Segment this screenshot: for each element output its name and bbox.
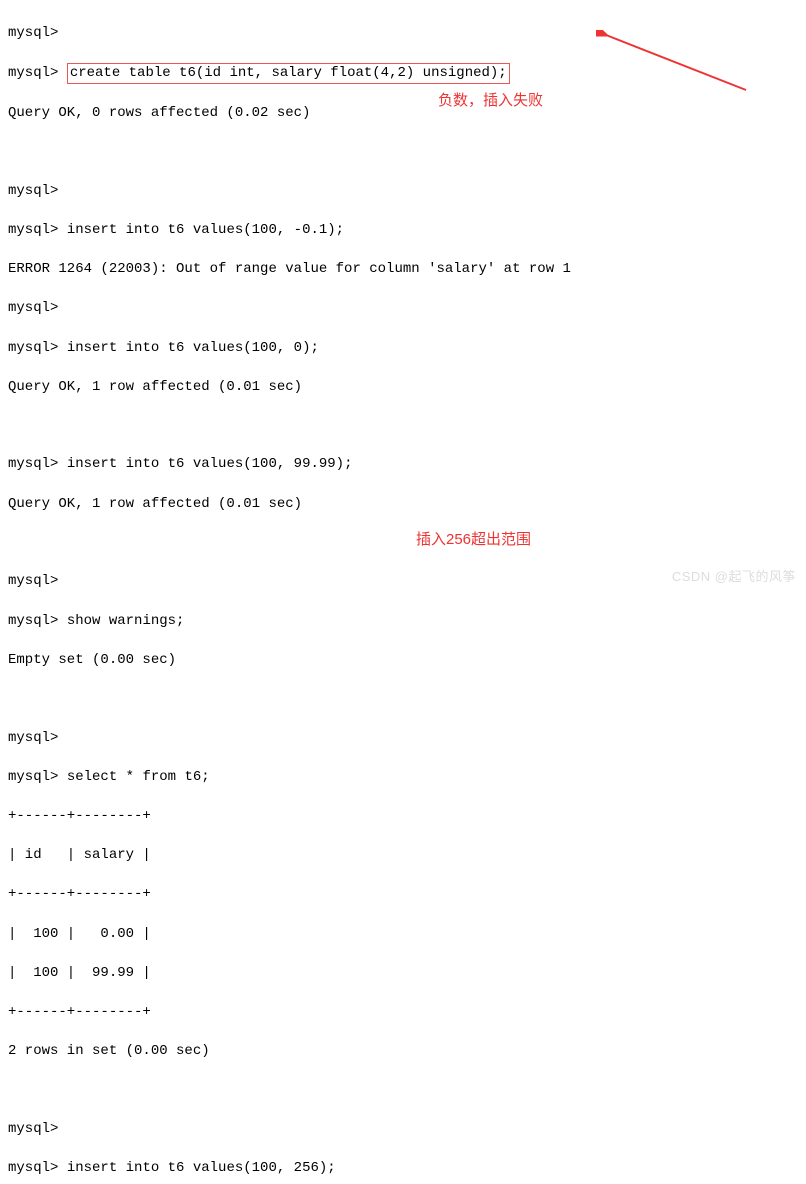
output-line: Query OK, 1 row affected (0.01 sec) <box>8 495 798 515</box>
command-text: select * from t6; <box>67 769 210 785</box>
error-line: ERROR 1264 (22003): Out of range value f… <box>8 260 798 280</box>
command-text: insert into t6 values(100, -0.1); <box>67 222 344 238</box>
prompt: mysql> <box>8 183 58 199</box>
prompt: mysql> <box>8 730 58 746</box>
terminal-output: mysql> mysql> create table t6(id int, sa… <box>8 4 798 1184</box>
prompt: mysql> <box>8 613 58 629</box>
annotation-overflow: 插入256超出范围 <box>416 529 531 550</box>
highlighted-command: create table t6(id int, salary float(4,2… <box>67 63 510 85</box>
prompt: mysql> <box>8 340 58 356</box>
prompt: mysql> <box>8 300 58 316</box>
table-row: | 100 | 0.00 | <box>8 925 798 945</box>
watermark-text: CSDN @起飞的风筝 <box>672 568 796 586</box>
command-text: insert into t6 values(100, 99.99); <box>67 456 353 472</box>
prompt: mysql> <box>8 222 58 238</box>
prompt: mysql> <box>8 769 58 785</box>
annotation-negative: 负数，插入失败 <box>438 90 543 111</box>
table-header: | id | salary | <box>8 846 798 866</box>
prompt: mysql> <box>8 25 58 41</box>
command-text: insert into t6 values(100, 256); <box>67 1160 336 1176</box>
table-row: | 100 | 99.99 | <box>8 964 798 984</box>
prompt: mysql> <box>8 573 58 589</box>
prompt: mysql> <box>8 65 58 81</box>
output-line: Query OK, 1 row affected (0.01 sec) <box>8 378 798 398</box>
command-text: insert into t6 values(100, 0); <box>67 340 319 356</box>
prompt: mysql> <box>8 1160 58 1176</box>
prompt: mysql> <box>8 456 58 472</box>
output-line: 2 rows in set (0.00 sec) <box>8 1042 798 1062</box>
prompt: mysql> <box>8 1121 58 1137</box>
table-border: +------+--------+ <box>8 1003 798 1023</box>
table-border: +------+--------+ <box>8 807 798 827</box>
command-text: show warnings; <box>67 613 185 629</box>
output-line: Query OK, 0 rows affected (0.02 sec) <box>8 104 798 124</box>
output-line: Empty set (0.00 sec) <box>8 651 798 671</box>
table-border: +------+--------+ <box>8 885 798 905</box>
